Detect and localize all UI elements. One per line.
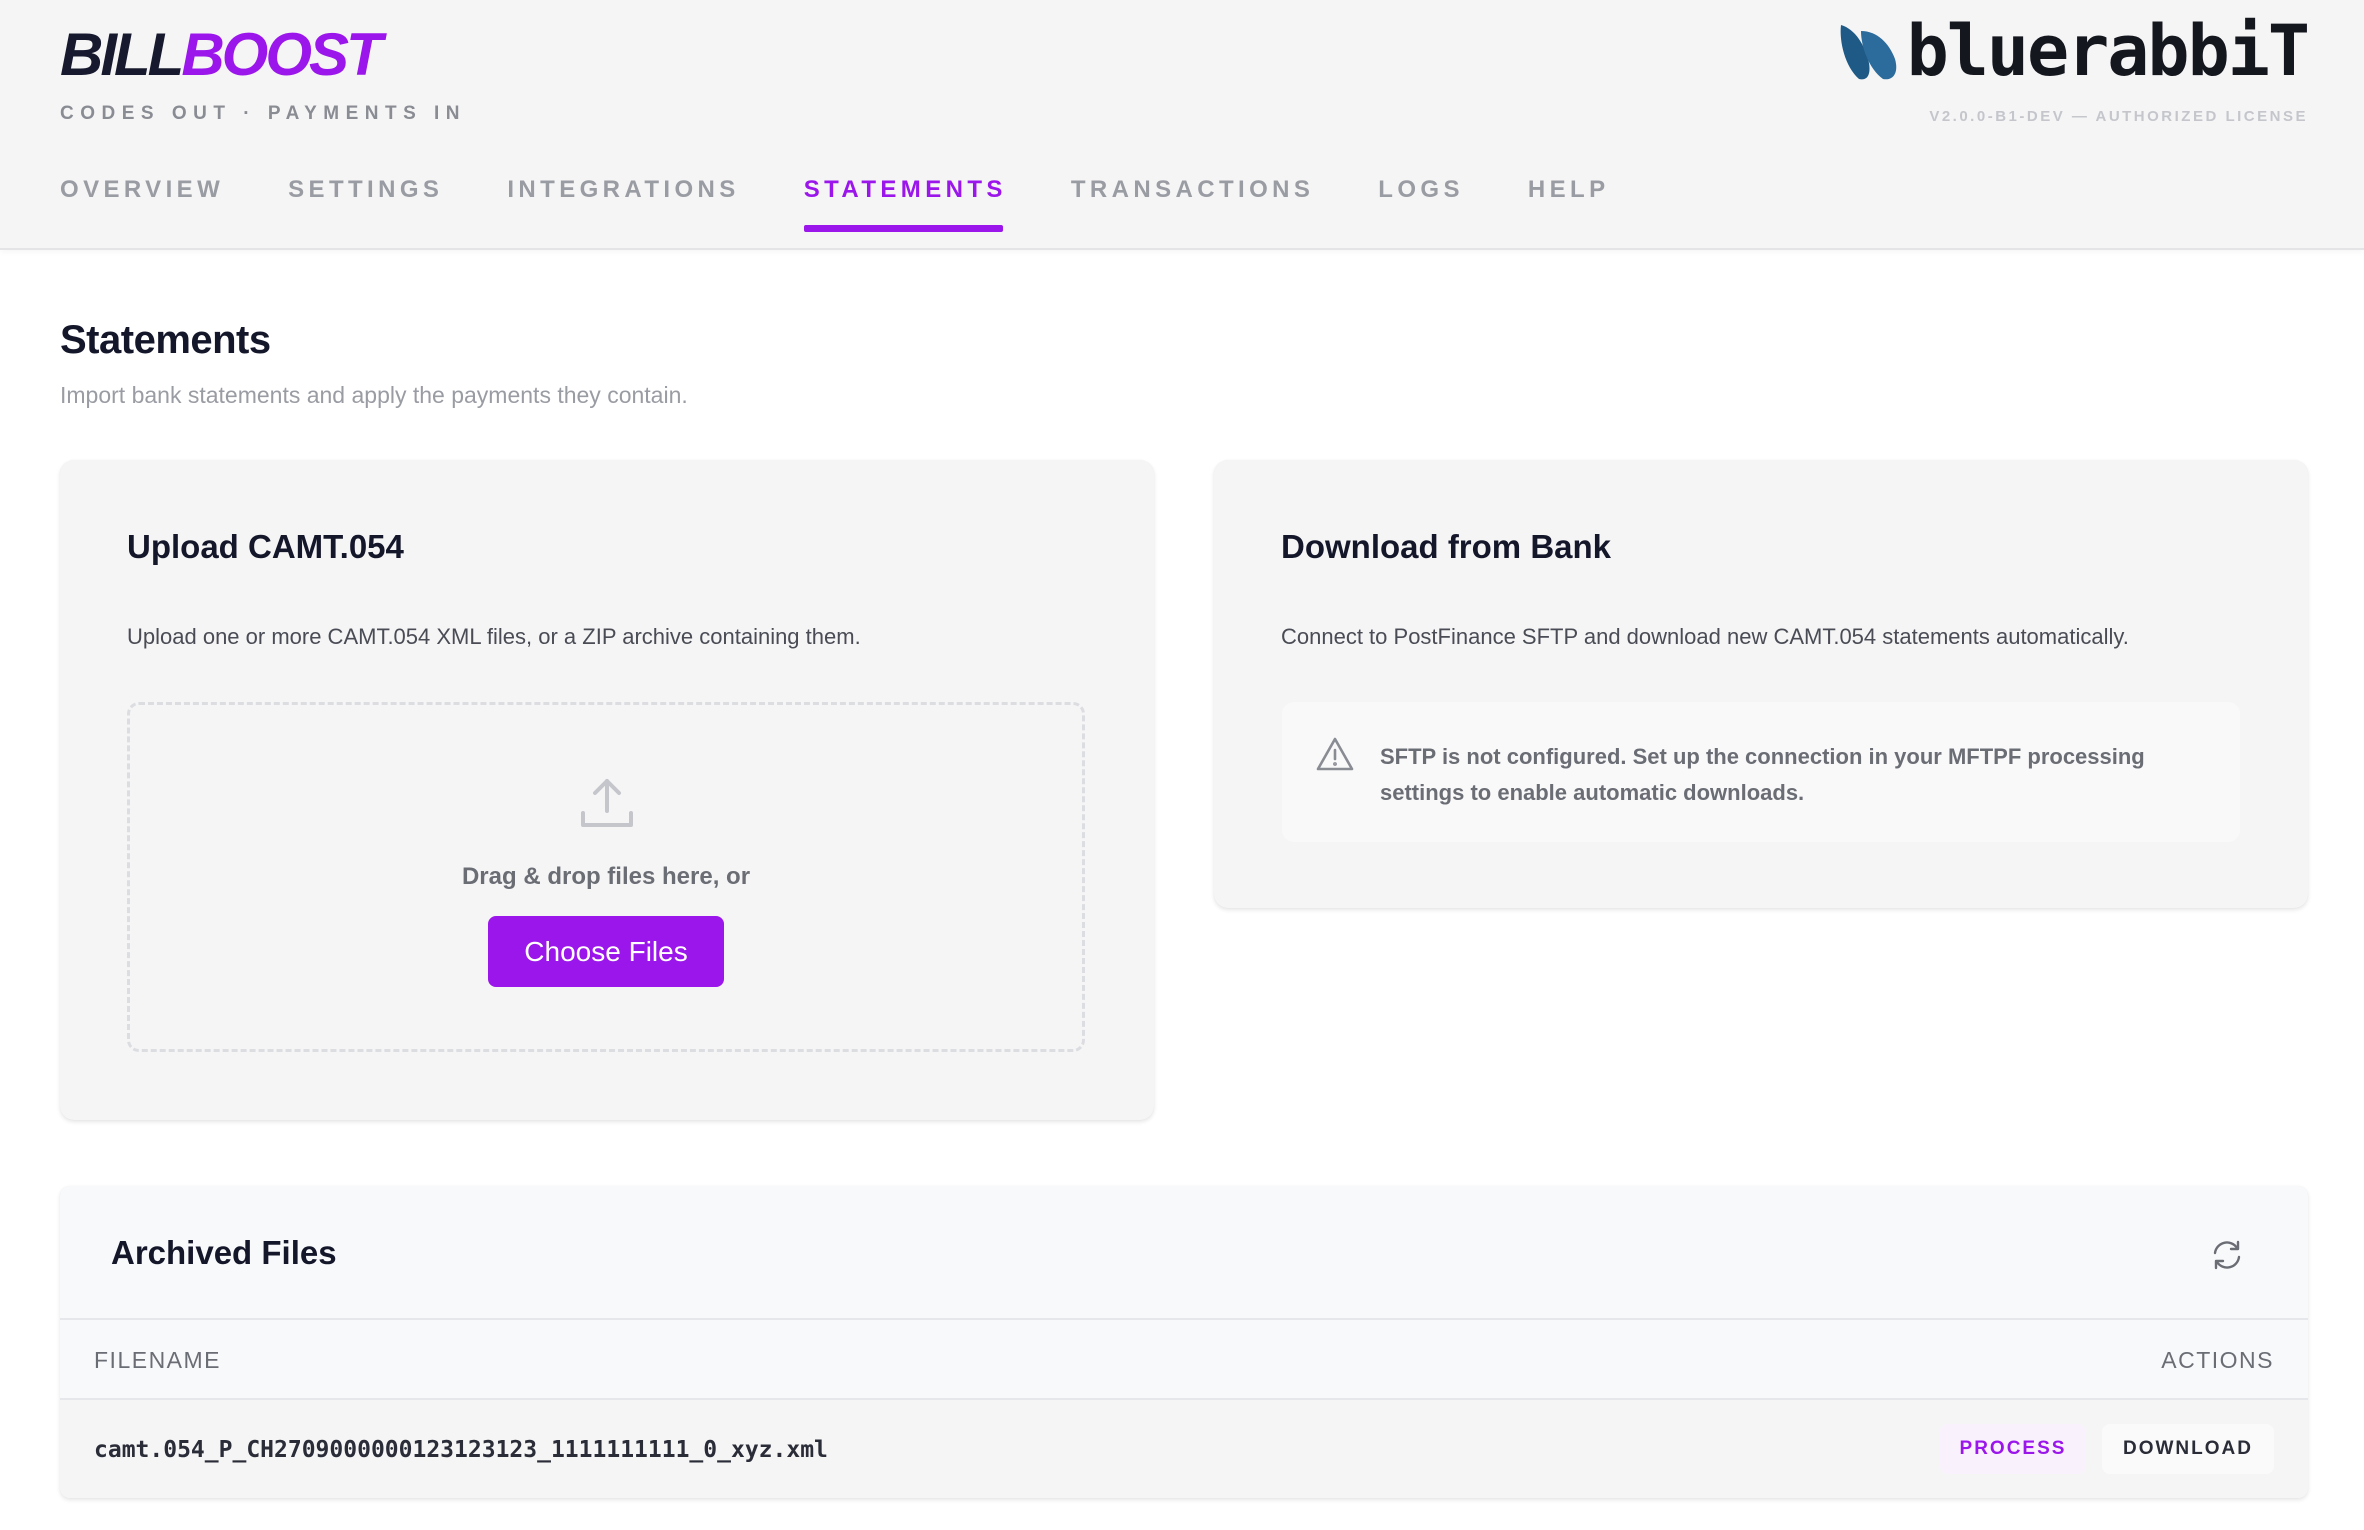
brand-part2: BOOST — [181, 21, 382, 88]
file-name: camt.054_P_CH2709000000123123123_1111111… — [94, 1437, 828, 1463]
download-button[interactable]: DOWNLOAD — [2102, 1424, 2274, 1474]
tab-overview[interactable]: OVERVIEW — [60, 176, 224, 232]
brand-part1: BILL — [60, 21, 184, 88]
choose-files-button[interactable]: Choose Files — [488, 916, 724, 987]
file-dropzone[interactable]: Drag & drop files here, or Choose Files — [127, 702, 1085, 1052]
sftp-warning: SFTP is not configured. Set up the conne… — [1282, 702, 2240, 842]
logo-wordmark: bluerabbiT — [1906, 10, 2310, 92]
bank-description: Connect to PostFinance SFTP and download… — [1281, 624, 2129, 649]
sftp-warning-text: SFTP is not configured. Set up the conne… — [1380, 744, 2145, 805]
table-header: FILENAME ACTIONS — [60, 1318, 2308, 1400]
page-subtitle: Import bank statements and apply the pay… — [60, 382, 688, 408]
bluerabbit-logo: bluerabbiT — [1837, 10, 2310, 92]
column-filename: FILENAME — [94, 1347, 222, 1373]
tab-integrations[interactable]: INTEGRATIONS — [507, 176, 739, 232]
column-actions: ACTIONS — [2161, 1347, 2274, 1373]
bank-download-card: Download from Bank Connect to PostFinanc… — [1214, 460, 2308, 908]
version-label: V2.0.0-B1-DEV — AUTHORIZED LICENSE — [1929, 108, 2308, 125]
app-header: BILLBOOST CODES OUT · PAYMENTS IN bluera… — [0, 0, 2364, 250]
tab-logs[interactable]: LOGS — [1378, 176, 1464, 232]
upload-card: Upload CAMT.054 Upload one or more CAMT.… — [60, 460, 1154, 1120]
tab-transactions[interactable]: TRANSACTIONS — [1071, 176, 1314, 232]
process-button[interactable]: PROCESS — [1940, 1424, 2086, 1474]
page-title: Statements — [60, 318, 271, 362]
drop-text: Drag & drop files here, or — [461, 863, 751, 890]
archive-title: Archived Files — [111, 1234, 337, 1271]
upload-title: Upload CAMT.054 — [127, 528, 404, 565]
upload-icon — [581, 779, 633, 827]
warning-icon — [1316, 737, 1354, 771]
tab-help[interactable]: HELP — [1528, 176, 1610, 232]
tab-statements[interactable]: STATEMENTS — [803, 176, 1007, 232]
main-nav: OVERVIEW SETTINGS INTEGRATIONS STATEMENT… — [60, 176, 1674, 232]
table-row: camt.054_P_CH2709000000123123123_1111111… — [60, 1400, 2308, 1498]
upload-description: Upload one or more CAMT.054 XML files, o… — [127, 624, 861, 649]
rabbit-ears-icon — [1840, 25, 1896, 80]
brand-logo[interactable]: BILLBOOST — [60, 21, 383, 88]
tab-settings[interactable]: SETTINGS — [288, 176, 443, 232]
archived-files-panel: Archived Files FILENAME ACTIONS camt.054… — [60, 1186, 2308, 1498]
refresh-icon[interactable] — [2210, 1238, 2244, 1272]
bank-title: Download from Bank — [1281, 528, 1612, 565]
brand-tagline: CODES OUT · PAYMENTS IN — [60, 103, 467, 124]
